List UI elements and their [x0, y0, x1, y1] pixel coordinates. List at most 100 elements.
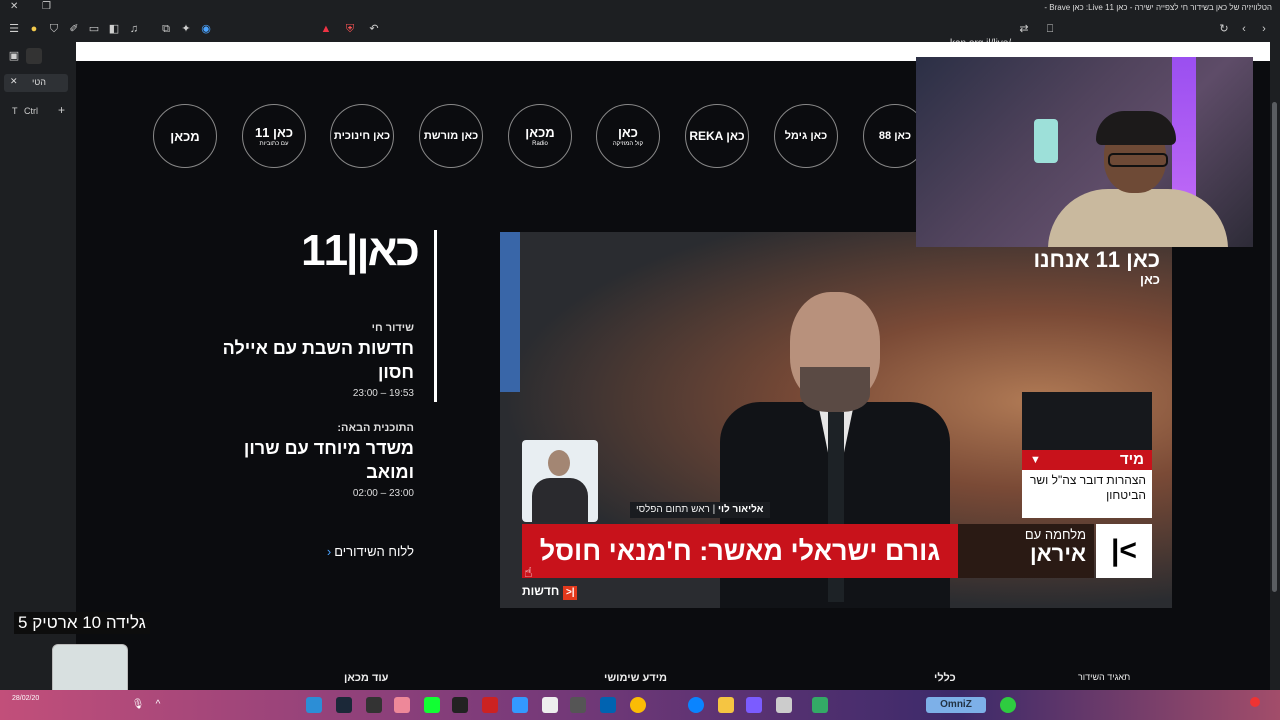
schedule-link-text: ללוח השידורים [334, 544, 414, 559]
restore-window-icon[interactable]: ❐ [42, 1, 51, 12]
forward-icon[interactable]: › [1256, 21, 1272, 37]
webcam-overlay [916, 57, 1253, 247]
app-icon-11[interactable] [600, 697, 616, 713]
close-tab-icon[interactable]: ✕ [10, 76, 18, 87]
terminal-icon[interactable] [424, 697, 440, 713]
footer-broadcasting-corp[interactable]: תאגיד השידור [1078, 672, 1130, 682]
notification-icon[interactable] [1250, 697, 1260, 707]
footer-useful-info[interactable]: מידע שימושי [604, 672, 667, 684]
war-banner: מלחמה עם איראן [958, 524, 1094, 578]
channel-makan[interactable]: מכאן [153, 104, 217, 168]
chevron-down-icon: ▼ [1030, 454, 1041, 466]
vertical-tabs-sidebar: ▣ ✕ הטי T Ctrl + [0, 42, 76, 690]
divider-line [434, 230, 437, 402]
channel-makan-radio[interactable]: מכאן Radio [508, 104, 572, 168]
kan-logo-box: |< [1096, 524, 1152, 578]
shield-icon[interactable]: ⛉ [46, 21, 62, 37]
taskbar: 🎙 ^ OmniZ [0, 690, 1280, 720]
tab-t-label: T [12, 106, 18, 116]
chatgpt-icon[interactable] [570, 697, 586, 713]
speaker-caption: אליאור לוי | ראש תחום הפלסי [630, 502, 770, 518]
wallet-icon[interactable]: ▭ [86, 21, 102, 37]
flag-graphic [500, 232, 520, 392]
app-icon-18[interactable] [1000, 697, 1016, 713]
record-icon[interactable] [482, 697, 498, 713]
menu-icon[interactable]: ☰ [6, 21, 22, 37]
site-settings-icon[interactable]: ⇄ [1016, 21, 1032, 37]
active-tab[interactable]: ✕ הטי [4, 74, 68, 92]
mic-icon[interactable]: 🎙 [130, 697, 146, 713]
next-show-time: 23:00 – 02:00 [352, 488, 414, 499]
cloud-icon[interactable] [812, 697, 828, 713]
app-icon-4[interactable] [394, 697, 410, 713]
channel-kan-reka[interactable]: REKA כאן [685, 104, 749, 168]
window-title: הטלוויזיה של כאן בשידור חי לצפייה ישירה … [1044, 3, 1272, 12]
chrome-icon[interactable] [630, 697, 646, 713]
channel-kan-music[interactable]: כאן קול המוזיקה [596, 104, 660, 168]
footer-general[interactable]: כללי [934, 672, 956, 684]
obs-icon[interactable] [452, 697, 468, 713]
tab-favicon-icon[interactable] [26, 48, 42, 64]
app-icon-16[interactable] [776, 697, 792, 713]
channel-kan-educational[interactable]: כאן חינוכית [330, 104, 394, 168]
current-show-title: חדשות השבת עם איילה חסון [222, 338, 414, 382]
close-window-icon[interactable]: ✕ [10, 1, 18, 12]
new-tab-icon[interactable]: + [58, 103, 65, 117]
streamer-hat [1096, 111, 1176, 145]
tab-ctrl-label: Ctrl [24, 106, 38, 116]
streamer-body [1048, 189, 1228, 247]
kan-news-icon: |< [563, 586, 578, 600]
copilot-icon[interactable] [746, 697, 762, 713]
channel-kan-moreshet[interactable]: כאן מורשת [419, 104, 483, 168]
edge-icon[interactable] [688, 697, 704, 713]
weather-widget[interactable]: OmniZ [926, 697, 986, 713]
channel-kan11-subtitles[interactable]: כאן 11 עם כתוביות [242, 104, 306, 168]
taskbar-date: 28/02/20 [12, 695, 40, 702]
screenshot-icon[interactable]: ⧉ [158, 21, 174, 37]
urgent-box: מיד ▼ הצהרות דובר צה"ל ושר הביטחון [1022, 392, 1152, 518]
extensions-icon[interactable]: ✦ [178, 21, 194, 37]
chevron-left-icon: ‹ [326, 544, 332, 559]
page-scrollbar[interactable] [1270, 42, 1280, 690]
profile-icon[interactable]: ● [26, 21, 42, 37]
signer-head [548, 450, 570, 476]
urgent-body: הצהרות דובר צה"ל ושר הביטחון [1022, 470, 1152, 518]
app-icon-9[interactable] [542, 697, 558, 713]
back-icon[interactable]: ‹ [1236, 21, 1252, 37]
video-channel-logo: כאן 11 אנחנו כאן [1033, 247, 1160, 288]
reload-icon[interactable]: ↻ [1216, 21, 1232, 37]
schedule-link[interactable]: ללוח השידורים‹ [327, 544, 414, 559]
tray-chevron-icon[interactable]: ^ [150, 697, 166, 713]
footer-more-from-kan[interactable]: עוד מכאן [344, 672, 388, 684]
pin-icon[interactable]: ✐ [66, 21, 82, 37]
video-player[interactable]: כאן 11 אנחנו כאן מיד ▼ הצהרות דובר צה"ל … [500, 232, 1172, 608]
file-explorer-icon[interactable] [718, 697, 734, 713]
news-headline: גורם ישראלי מאשר: ח'מנאי חוסל [522, 524, 958, 578]
browser-toolbar: ☰ ● ⛉ ✐ ▭ ◧ ♫ ⧉ ✦ ◉ ▲ ⛨ ↶ kan.org.il/liv… [0, 16, 1280, 49]
steam-icon[interactable] [336, 697, 352, 713]
window-titlebar: ✕ ❐ הטלוויזיה של כאן בשידור חי לצפייה יש… [0, 0, 1280, 16]
streamer-glasses [1108, 153, 1168, 167]
bookmark-icon[interactable]: ⎕ [1042, 21, 1058, 37]
news-bug: |<חדשות [522, 584, 578, 600]
app-icon-3[interactable] [366, 697, 382, 713]
stream-caption: גלידה 10 ארטיק 5 [14, 612, 150, 634]
next-show-title: משדר מיוחד עם שרון ומואב [243, 438, 414, 482]
brave-rewards-icon[interactable]: ▲ [318, 21, 334, 37]
live-label: שידור חי [371, 322, 414, 334]
audio-playing-icon[interactable]: ◉ [198, 21, 214, 37]
urgent-header: מיד ▼ [1022, 450, 1152, 470]
app-icon-1[interactable] [306, 697, 322, 713]
channel-kan-gimel[interactable]: כאן גימל [774, 104, 838, 168]
back-history-icon[interactable]: ↶ [366, 21, 382, 37]
mouse-cursor-icon: ☝ [524, 564, 533, 580]
music-icon[interactable]: ♫ [126, 21, 142, 37]
brave-shield-icon[interactable]: ⛨ [342, 21, 358, 37]
kan11-logo: כאן|11 [301, 226, 420, 275]
sign-language-inset [522, 440, 598, 522]
panel-icon[interactable]: ▣ [6, 48, 22, 64]
microphone-graphic [1034, 119, 1058, 163]
sidebar-toggle-icon[interactable]: ◧ [106, 21, 122, 37]
app-icon-8[interactable] [512, 697, 528, 713]
scrollbar-thumb[interactable] [1272, 102, 1277, 592]
